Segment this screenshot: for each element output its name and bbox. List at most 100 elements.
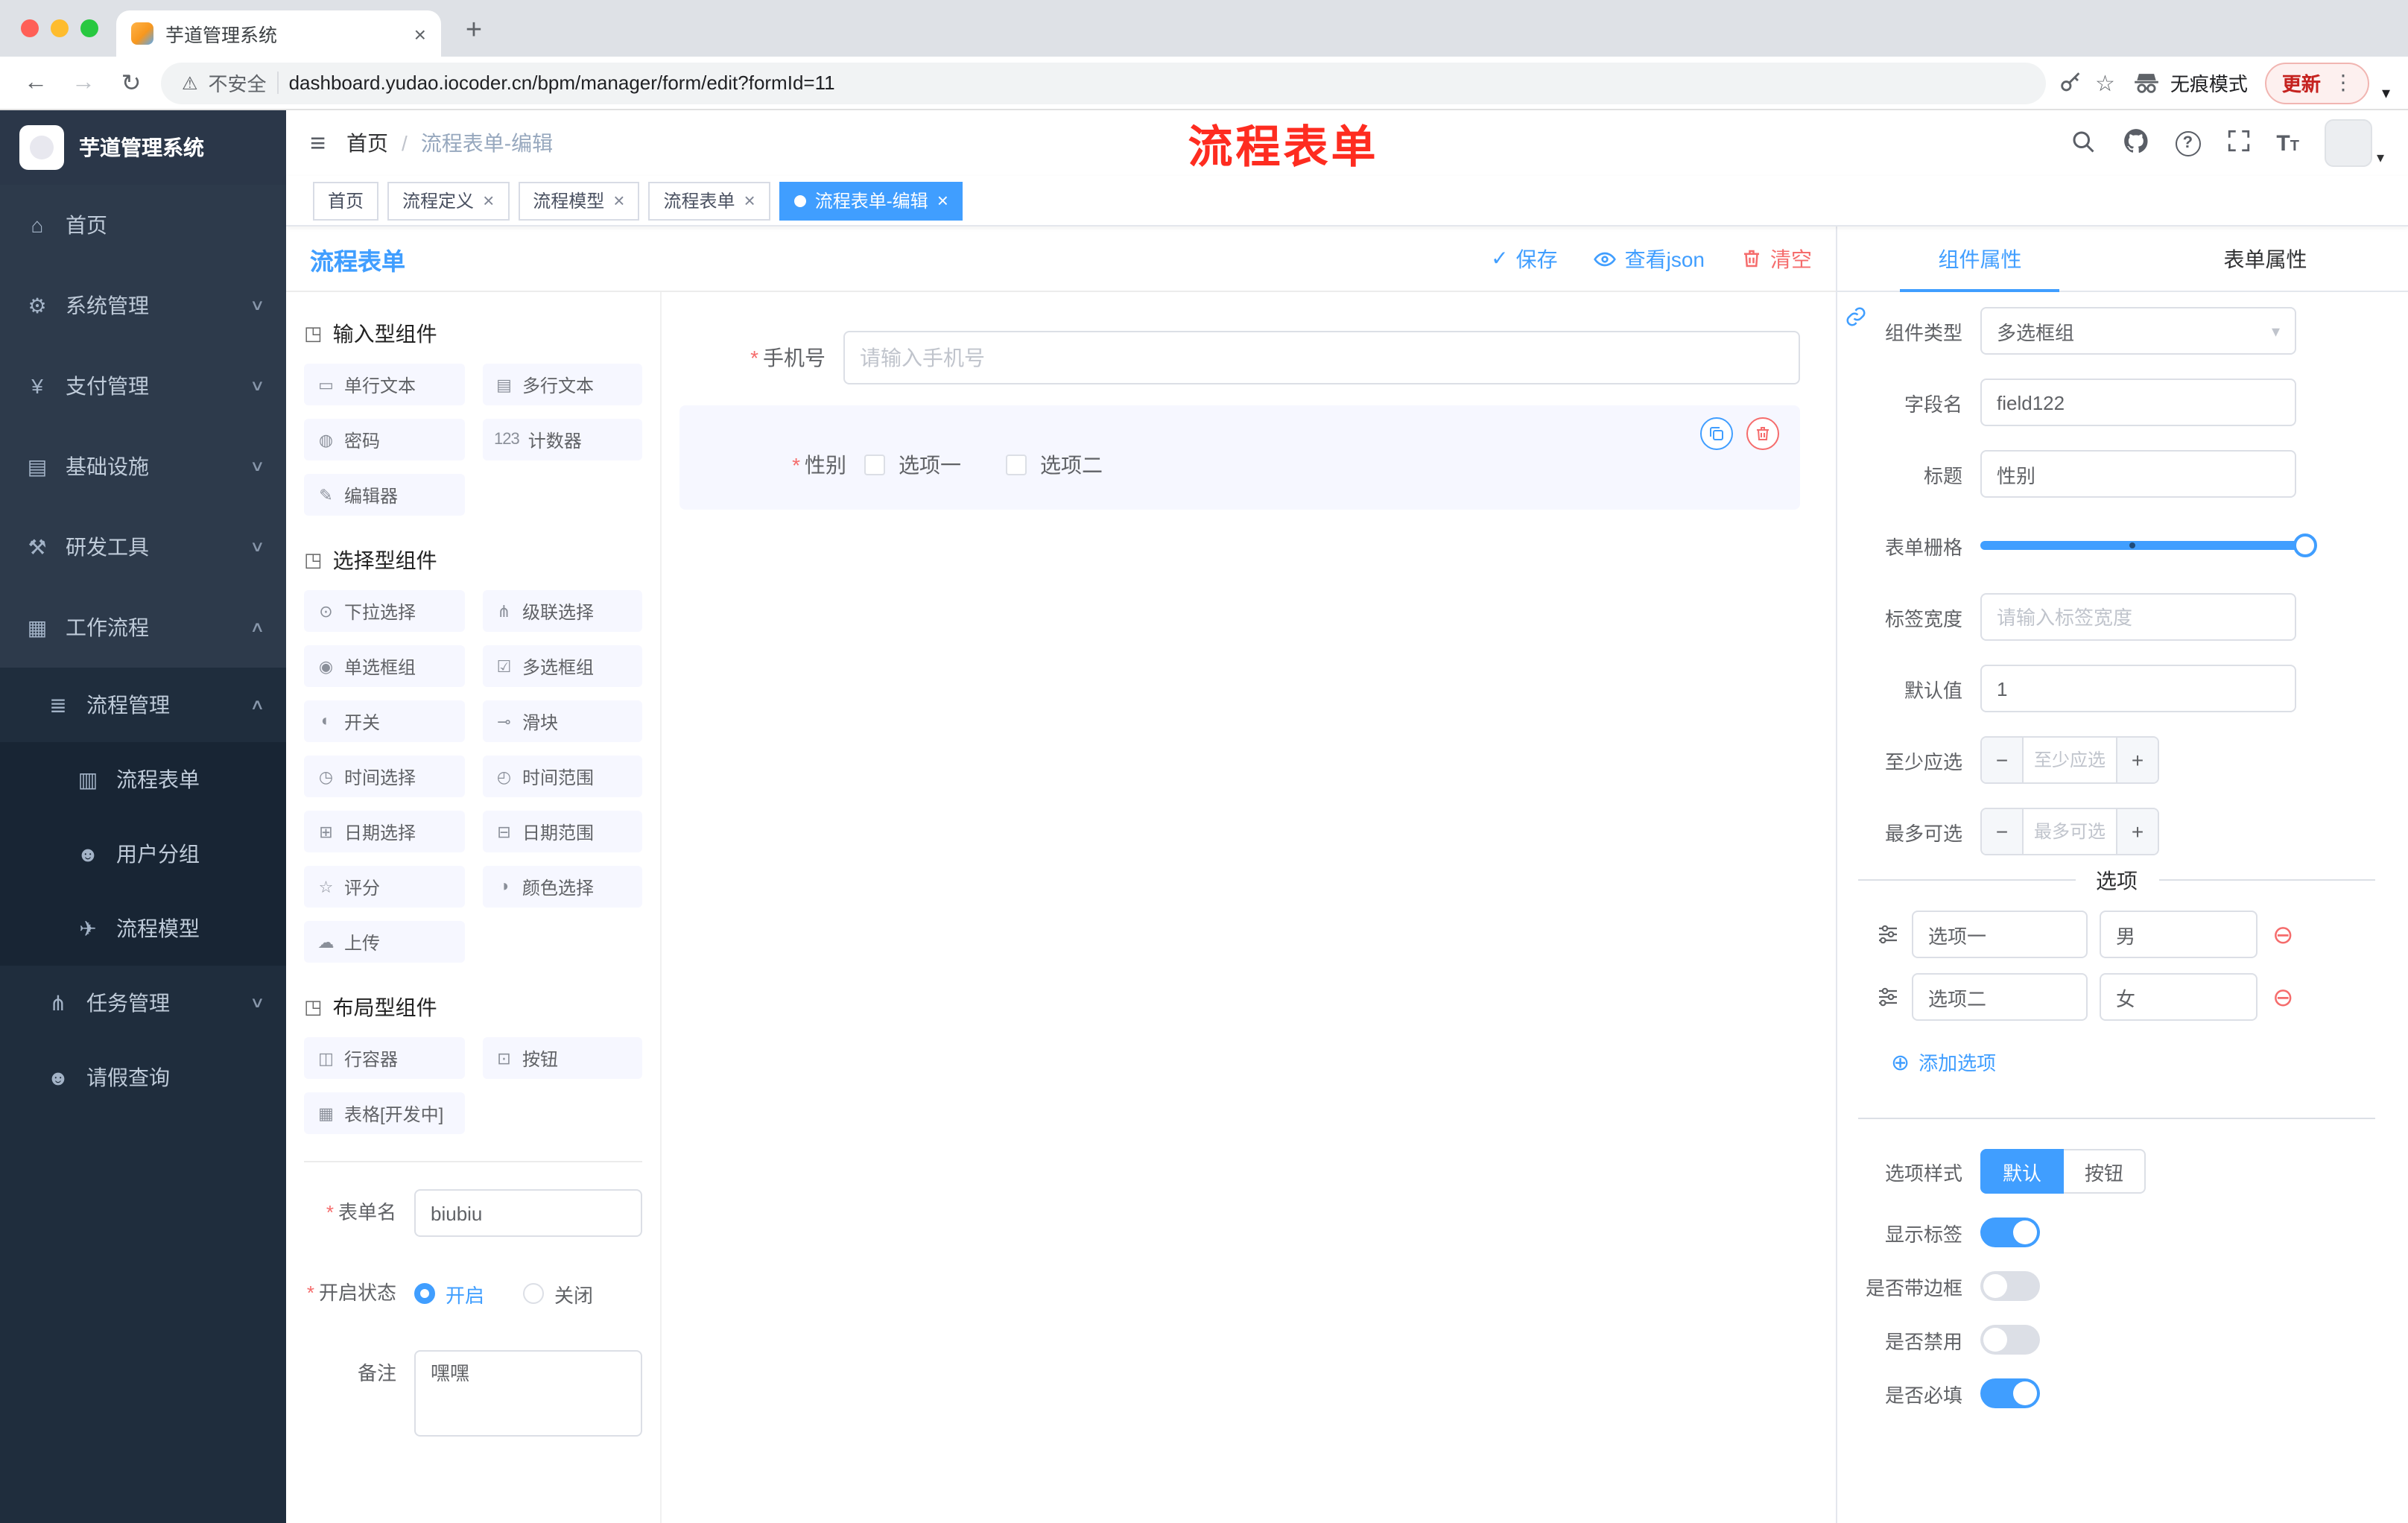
palette-item-color-picker[interactable]: ◑ 颜色选择 xyxy=(482,866,642,908)
sidebar-item-leave-query[interactable]: ☻ 请假查询 xyxy=(0,1040,286,1115)
fullscreen-window-button[interactable] xyxy=(80,19,98,37)
drag-handle-icon[interactable] xyxy=(1876,922,1900,946)
tag-process-definition[interactable]: 流程定义 × xyxy=(387,181,510,220)
close-icon[interactable]: × xyxy=(937,191,948,210)
increase-button[interactable]: + xyxy=(2116,738,2158,782)
palette-item-time-range[interactable]: ◴ 时间范围 xyxy=(482,756,642,797)
close-window-button[interactable] xyxy=(21,19,39,37)
palette-item-single-text[interactable]: ▭ 单行文本 xyxy=(304,364,464,405)
option-value-input[interactable] xyxy=(2100,911,2258,958)
form-remark-input[interactable]: 嘿嘿 xyxy=(414,1350,642,1437)
help-icon[interactable]: ? xyxy=(2175,130,2201,156)
radio-closed[interactable]: 关闭 xyxy=(523,1279,593,1308)
link-icon[interactable] xyxy=(1845,305,1867,328)
title-input[interactable] xyxy=(1980,450,2296,498)
view-json-button[interactable]: 查看json xyxy=(1594,244,1705,273)
fullscreen-icon[interactable] xyxy=(2225,128,2251,158)
option-value-input[interactable] xyxy=(2100,973,2258,1021)
sidebar-item-process-model[interactable]: ✈ 流程模型 xyxy=(0,891,286,966)
palette-item-counter[interactable]: 123 计数器 xyxy=(482,419,642,460)
sidebar-item-workflow[interactable]: ▦ 工作流程 ∧ xyxy=(0,587,286,668)
drag-handle-icon[interactable] xyxy=(1876,985,1900,1009)
palette-item-date-picker[interactable]: ⊞ 日期选择 xyxy=(304,811,464,852)
palette-item-row-container[interactable]: ◫ 行容器 xyxy=(304,1037,464,1079)
copy-field-button[interactable] xyxy=(1700,417,1733,450)
style-button-button[interactable]: 按钮 xyxy=(2064,1149,2146,1194)
search-icon[interactable] xyxy=(2069,127,2096,159)
palette-item-editor[interactable]: ✎ 编辑器 xyxy=(304,474,464,516)
browser-tab[interactable]: 芋道管理系统 × xyxy=(116,10,441,57)
slider-track[interactable] xyxy=(1980,533,2317,557)
close-icon[interactable]: × xyxy=(483,191,494,210)
min-input[interactable] xyxy=(2024,738,2116,782)
remove-option-icon[interactable]: ⊖ xyxy=(2272,984,2294,1010)
font-size-icon[interactable]: TT xyxy=(2276,130,2299,156)
show-label-switch[interactable] xyxy=(1980,1218,2040,1247)
form-canvas[interactable]: *手机号 *性别 xyxy=(662,292,1836,1523)
tab-close-icon[interactable]: × xyxy=(414,23,426,44)
tag-process-model[interactable]: 流程模型 × xyxy=(518,181,640,220)
close-icon[interactable]: × xyxy=(744,191,755,210)
palette-item-radio-group[interactable]: ◉ 单选框组 xyxy=(304,645,464,687)
palette-item-cascader[interactable]: ⋔ 级联选择 xyxy=(482,590,642,632)
palette-item-time-picker[interactable]: ◷ 时间选择 xyxy=(304,756,464,797)
sidebar-toggle-icon[interactable]: ≡ xyxy=(310,127,326,159)
palette-item-button[interactable]: ⊡ 按钮 xyxy=(482,1037,642,1079)
url-text[interactable]: dashboard.yudao.iocoder.cn/bpm/manager/f… xyxy=(289,72,835,94)
max-input[interactable] xyxy=(2024,809,2116,854)
style-default-button[interactable]: 默认 xyxy=(1980,1149,2065,1194)
save-button[interactable]: ✓ 保存 xyxy=(1491,244,1557,273)
github-icon[interactable] xyxy=(2121,127,2149,159)
back-button[interactable]: ← xyxy=(18,69,54,96)
palette-item-date-range[interactable]: ⊟ 日期范围 xyxy=(482,811,642,852)
grid-slider[interactable] xyxy=(1980,522,2317,569)
sidebar-item-process-management[interactable]: ≣ 流程管理 ∧ xyxy=(0,668,286,742)
palette-item-textarea[interactable]: ▤ 多行文本 xyxy=(482,364,642,405)
tag-home[interactable]: 首页 xyxy=(313,181,379,220)
increase-button[interactable]: + xyxy=(2116,809,2158,854)
delete-field-button[interactable] xyxy=(1746,417,1779,450)
option-label-input[interactable] xyxy=(1912,911,2088,958)
option-label-input[interactable] xyxy=(1912,973,2088,1021)
field-name-input[interactable] xyxy=(1980,379,2296,426)
palette-item-table[interactable]: ▦ 表格[开发中] xyxy=(304,1092,464,1134)
sidebar-item-user-group[interactable]: ☻ 用户分组 xyxy=(0,817,286,891)
tag-process-form-edit[interactable]: 流程表单-编辑 × xyxy=(779,181,963,220)
close-icon[interactable]: × xyxy=(613,191,624,210)
bookmark-star-icon[interactable]: ☆ xyxy=(2095,69,2115,96)
slider-handle[interactable] xyxy=(2293,533,2317,557)
user-menu[interactable]: ▾ xyxy=(2324,119,2384,167)
sidebar-item-infrastructure[interactable]: ▤ 基础设施 ∨ xyxy=(0,426,286,507)
default-value-input[interactable] xyxy=(1980,665,2296,712)
label-width-input[interactable] xyxy=(1980,593,2296,641)
sidebar-item-payment[interactable]: ¥ 支付管理 ∨ xyxy=(0,346,286,426)
address-bar[interactable]: ⚠ 不安全 dashboard.yudao.iocoder.cn/bpm/man… xyxy=(161,62,2046,104)
forward-button[interactable]: → xyxy=(66,69,101,96)
checkbox-icon[interactable] xyxy=(864,455,885,475)
sidebar-item-devtools[interactable]: ⚒ 研发工具 ∨ xyxy=(0,507,286,587)
decrease-button[interactable]: − xyxy=(1982,809,2024,854)
palette-item-slider[interactable]: ⊸ 滑块 xyxy=(482,700,642,742)
sidebar-item-home[interactable]: ⌂ 首页 xyxy=(0,185,286,265)
clear-button[interactable]: 清空 xyxy=(1740,244,1812,273)
password-key-icon[interactable] xyxy=(2058,70,2083,95)
avatar[interactable] xyxy=(2324,119,2372,167)
checkbox-icon[interactable] xyxy=(1006,455,1027,475)
palette-item-rate[interactable]: ☆ 评分 xyxy=(304,866,464,908)
toolbar-caret-icon[interactable]: ▾ xyxy=(2382,83,2390,103)
component-type-select[interactable]: 多选框组 ▾ xyxy=(1980,307,2296,355)
decrease-button[interactable]: − xyxy=(1982,738,2024,782)
canvas-field-phone[interactable]: * 手机号 xyxy=(679,331,1800,384)
phone-input[interactable] xyxy=(843,331,1800,384)
remove-option-icon[interactable]: ⊖ xyxy=(2272,922,2294,947)
palette-item-upload[interactable]: ☁ 上传 xyxy=(304,921,464,963)
palette-item-switch[interactable]: ◐ 开关 xyxy=(304,700,464,742)
sidebar-item-system[interactable]: ⚙ 系统管理 ∨ xyxy=(0,265,286,346)
update-button[interactable]: 更新 ⋮ xyxy=(2265,62,2370,104)
security-label[interactable]: 不安全 xyxy=(209,69,267,97)
app-logo[interactable]: 芋道管理系统 xyxy=(0,110,286,185)
palette-item-select[interactable]: ⊙ 下拉选择 xyxy=(304,590,464,632)
palette-item-password[interactable]: ◍ 密码 xyxy=(304,419,464,460)
browser-menu-icon[interactable]: ⋮ xyxy=(2333,70,2354,95)
sidebar-item-task-management[interactable]: ⋔ 任务管理 ∨ xyxy=(0,966,286,1040)
